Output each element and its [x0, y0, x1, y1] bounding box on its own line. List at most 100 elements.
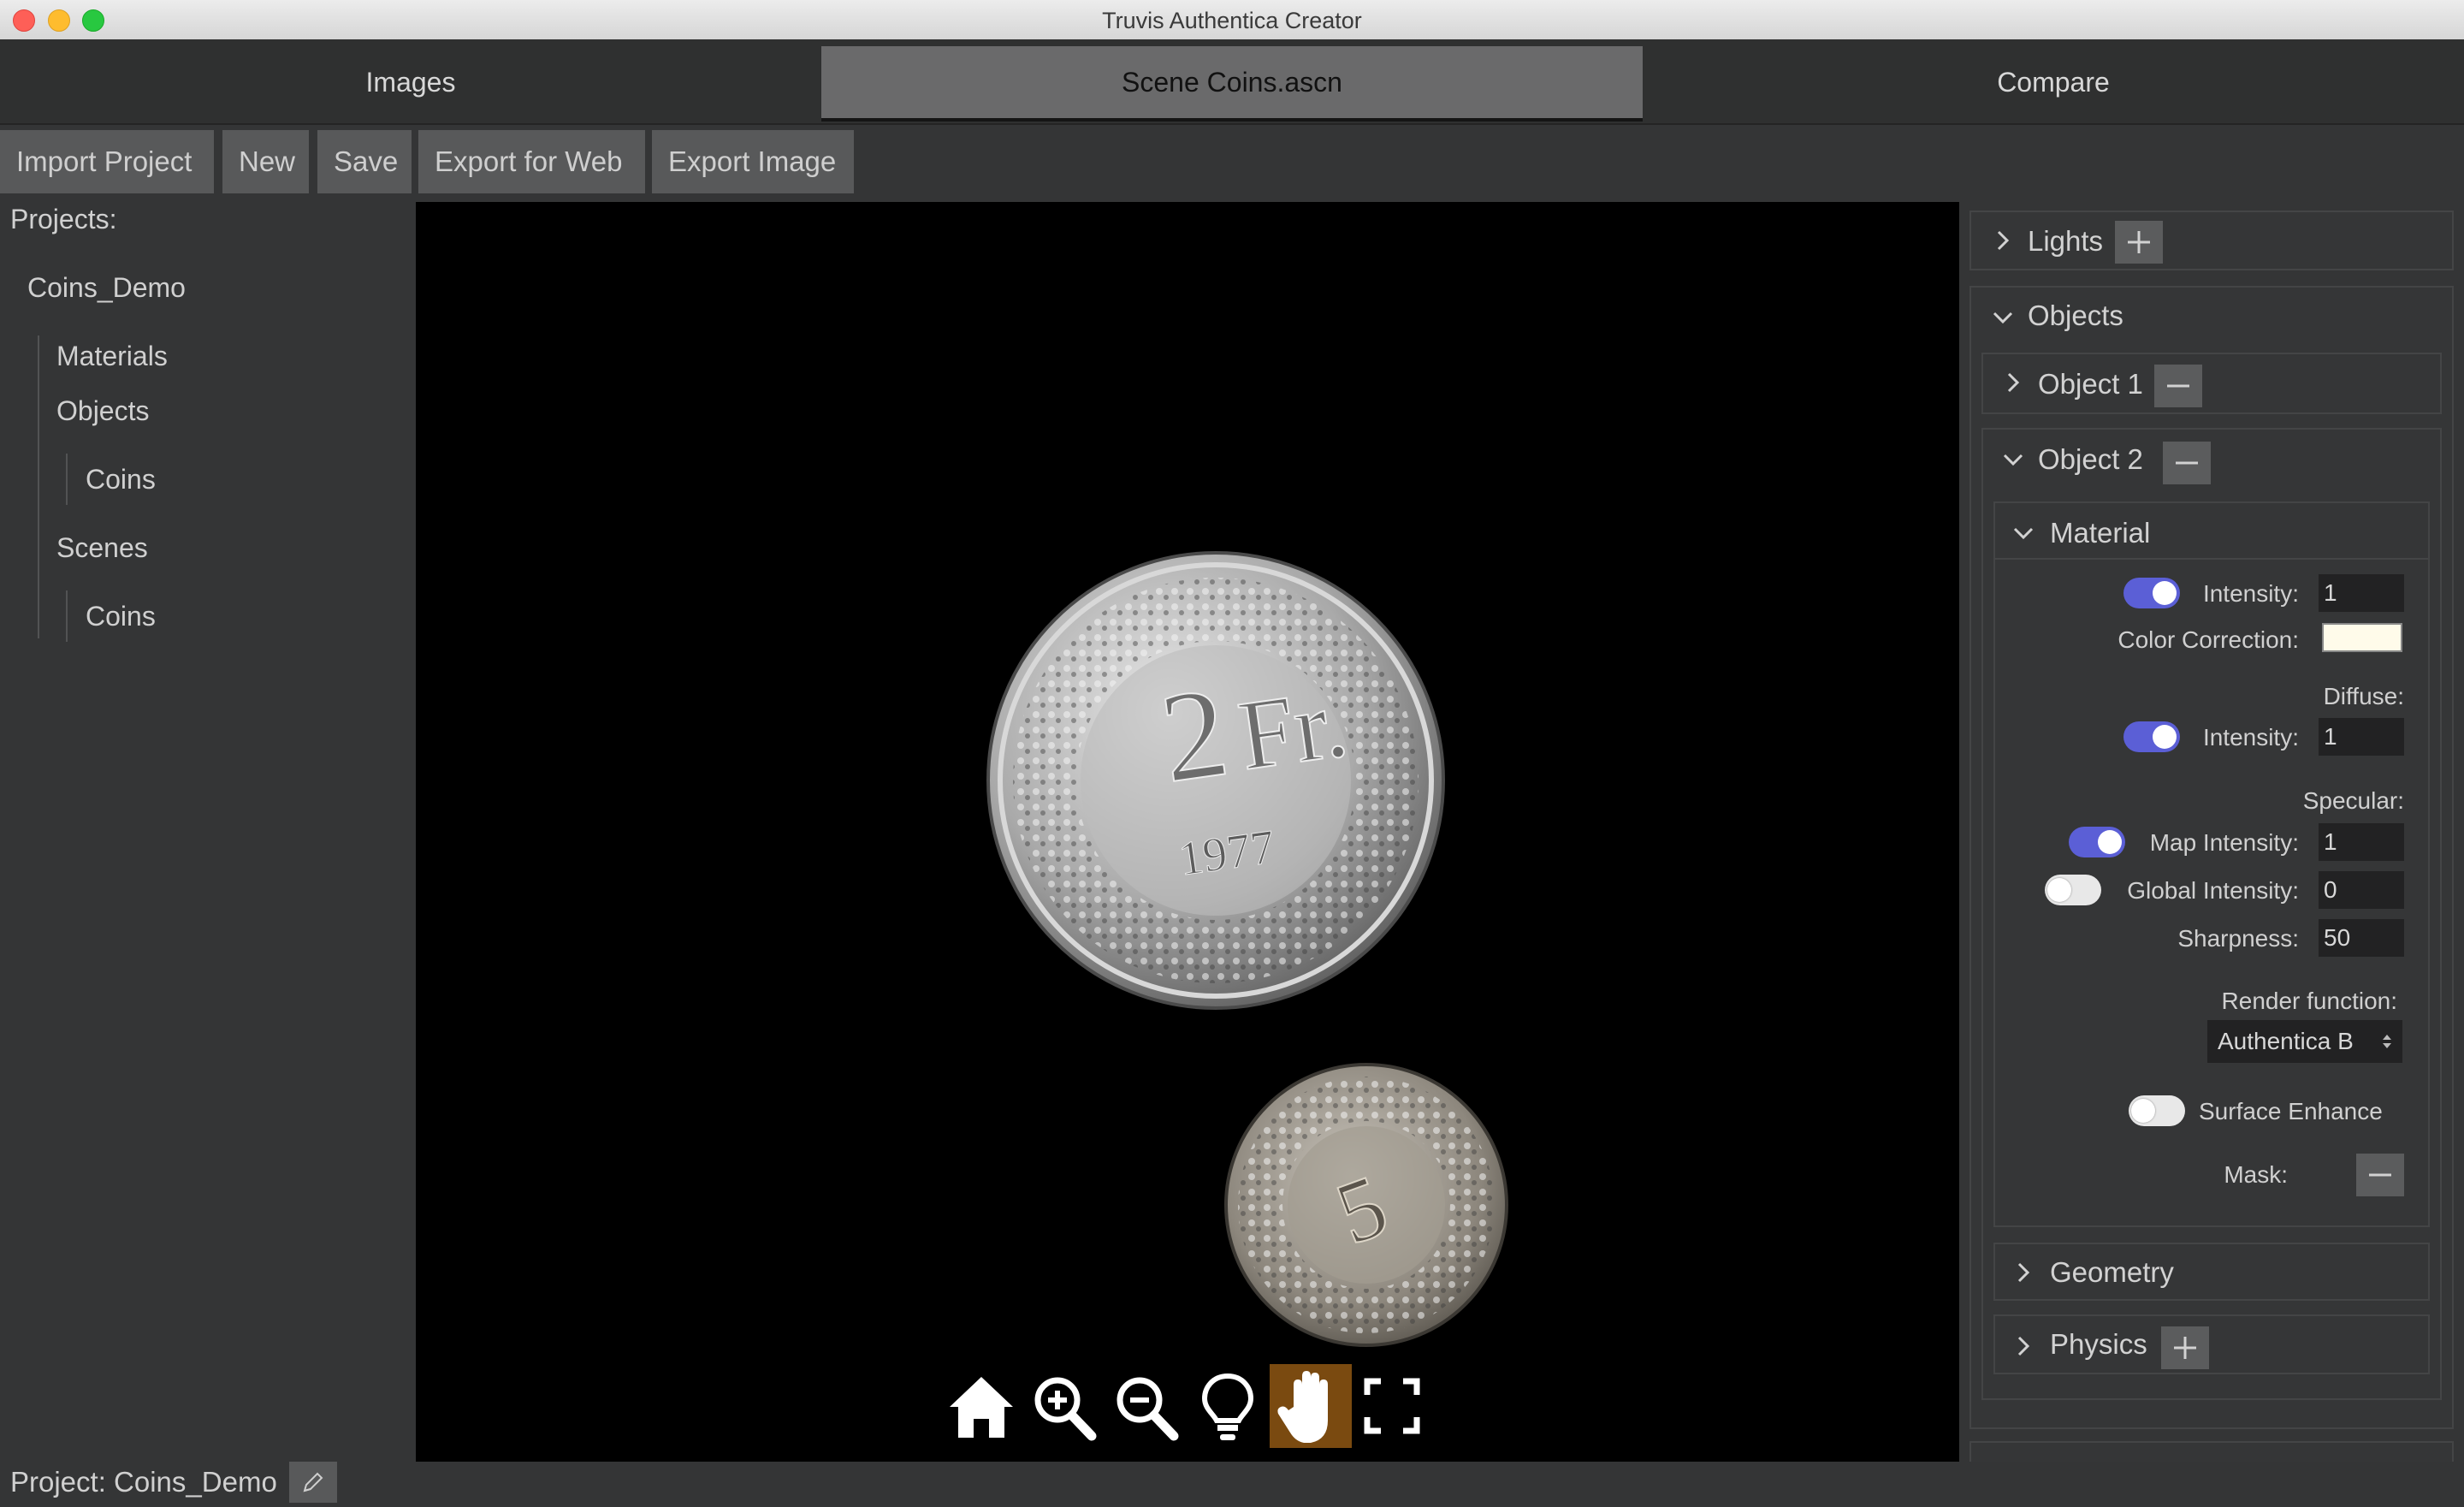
map-intensity-field[interactable]: 1: [2319, 823, 2404, 861]
toggle-knob: [2131, 1099, 2155, 1123]
save-button[interactable]: Save: [317, 130, 412, 193]
object1-section[interactable]: Object 1: [1981, 353, 2442, 414]
render-function-select[interactable]: Authentica B: [2207, 1020, 2402, 1063]
intensity-label: Intensity:: [2202, 580, 2299, 607]
home-button[interactable]: [943, 1364, 1020, 1448]
fullscreen-button[interactable]: [1353, 1364, 1430, 1448]
remove-object2-button[interactable]: [2163, 442, 2211, 484]
render-function-label: Render function:: [2221, 988, 2397, 1014]
coin1-unit: Fr.: [1232, 668, 1353, 792]
chevron-right-icon: [2007, 372, 2020, 393]
coin-5-rappen: 5: [1224, 1063, 1508, 1347]
chevron-down-icon[interactable]: [2000, 447, 2026, 472]
diffuse-label: Diffuse:: [2323, 683, 2404, 709]
pan-button[interactable]: [1270, 1364, 1352, 1448]
coin-2-franc: 2 Fr. 1977: [986, 551, 1445, 1010]
projects-heading: Projects:: [10, 204, 117, 234]
lights-section[interactable]: Lights: [1969, 211, 2454, 270]
add-physics-button[interactable]: [2161, 1326, 2209, 1369]
physics-section[interactable]: Physics: [1993, 1314, 2430, 1374]
tree-guide-line: [38, 335, 39, 638]
mask-label: Mask:: [2224, 1161, 2288, 1188]
home-icon: [950, 1377, 1013, 1438]
scene-viewport[interactable]: 2 Fr. 1977 5: [416, 202, 1959, 1462]
global-intensity-toggle[interactable]: [2045, 875, 2101, 905]
add-light-button[interactable]: [2115, 221, 2163, 264]
light-button[interactable]: [1189, 1364, 1266, 1448]
tree-item-scenes[interactable]: Scenes: [56, 532, 148, 564]
chevron-right-icon: [1997, 230, 2010, 251]
edit-project-button[interactable]: [289, 1462, 337, 1503]
toggle-knob: [2153, 725, 2177, 749]
plus-icon: [2174, 1337, 2196, 1359]
surface-enhance-label: Surface Enhance: [2199, 1098, 2383, 1124]
tree-guide-line: [66, 590, 68, 642]
plus-icon: [2128, 231, 2150, 253]
specular-label: Specular:: [2302, 787, 2404, 814]
window-title: Truvis Authentica Creator: [1102, 8, 1362, 33]
tab-images[interactable]: Images: [0, 46, 821, 118]
object1-label: Object 1: [2038, 368, 2143, 400]
tab-compare[interactable]: Compare: [1643, 46, 2464, 118]
coins-render: 2 Fr. 1977 5: [986, 551, 1508, 1347]
minus-icon: [2176, 461, 2198, 465]
title-bar: Truvis Authentica Creator: [0, 0, 2464, 40]
map-intensity-toggle[interactable]: [2069, 827, 2125, 857]
global-intensity-field[interactable]: 0: [2319, 871, 2404, 909]
render-function-value: Authentica B: [2218, 1028, 2354, 1054]
fullscreen-icon: [1364, 1378, 1420, 1434]
new-button[interactable]: New: [222, 130, 309, 193]
sharpness-label: Sharpness:: [2177, 925, 2299, 952]
global-intensity-label: Global Intensity:: [2127, 877, 2299, 904]
color-correction-label: Color Correction:: [2118, 626, 2299, 653]
surface-enhance-toggle[interactable]: [2129, 1095, 2185, 1126]
diffuse-intensity-label: Intensity:: [2202, 724, 2299, 751]
toggle-knob: [2047, 878, 2071, 902]
map-intensity-label: Map Intensity:: [2149, 829, 2299, 856]
chevron-right-icon: [2017, 1336, 2030, 1356]
minus-icon: [2167, 384, 2189, 388]
chevron-down-icon[interactable]: [2011, 520, 2036, 546]
toggle-knob: [2153, 581, 2177, 605]
toggle-knob: [2098, 830, 2122, 854]
objects-label[interactable]: Objects: [2028, 300, 2123, 332]
export-image-button[interactable]: Export Image: [652, 130, 854, 193]
diffuse-intensity-toggle[interactable]: [2123, 721, 2180, 752]
import-project-button[interactable]: Import Project: [0, 130, 214, 193]
project-status-label: Project: Coins_Demo: [10, 1466, 277, 1498]
diffuse-intensity-field[interactable]: 1: [2319, 718, 2404, 756]
sharpness-field[interactable]: 50: [2319, 919, 2404, 957]
geometry-label: Geometry: [2050, 1256, 2174, 1288]
physics-label: Physics: [2050, 1328, 2147, 1360]
tree-guide-line: [66, 454, 68, 505]
zoom-out-icon: [1116, 1377, 1179, 1441]
bulb-icon: [1201, 1373, 1254, 1440]
zoom-in-icon: [1034, 1377, 1097, 1441]
intensity-field[interactable]: 1: [2319, 574, 2404, 612]
material-label[interactable]: Material: [2050, 517, 2150, 549]
chevron-down-icon[interactable]: [1990, 305, 2016, 330]
hand-icon: [1277, 1371, 1328, 1443]
color-correction-swatch[interactable]: [2322, 623, 2402, 652]
project-coins-demo[interactable]: Coins_Demo: [27, 272, 186, 304]
lights-label: Lights: [2028, 225, 2104, 257]
next-section-clipped: [1969, 1441, 2454, 1462]
tree-item-materials[interactable]: Materials: [56, 341, 168, 372]
object2-label[interactable]: Object 2: [2038, 443, 2143, 476]
remove-object1-button[interactable]: [2154, 365, 2202, 407]
tab-bar: Images Scene Coins.ascn Compare: [0, 39, 2464, 125]
export-for-web-button[interactable]: Export for Web: [418, 130, 645, 193]
tree-item-scenes-coins[interactable]: Coins: [86, 601, 156, 632]
zoom-out-button[interactable]: [1107, 1364, 1184, 1448]
minus-icon: [2369, 1173, 2391, 1177]
chevron-right-icon: [2017, 1262, 2030, 1283]
pencil-icon: [303, 1472, 323, 1492]
geometry-section[interactable]: Geometry: [1993, 1243, 2430, 1301]
remove-mask-button[interactable]: [2356, 1154, 2404, 1196]
intensity-toggle[interactable]: [2123, 578, 2180, 608]
tree-item-objects[interactable]: Objects: [56, 395, 149, 427]
divider: [1993, 558, 2430, 560]
tree-item-objects-coins[interactable]: Coins: [86, 464, 156, 495]
tab-scene[interactable]: Scene Coins.ascn: [821, 46, 1643, 122]
zoom-in-button[interactable]: [1025, 1364, 1102, 1448]
